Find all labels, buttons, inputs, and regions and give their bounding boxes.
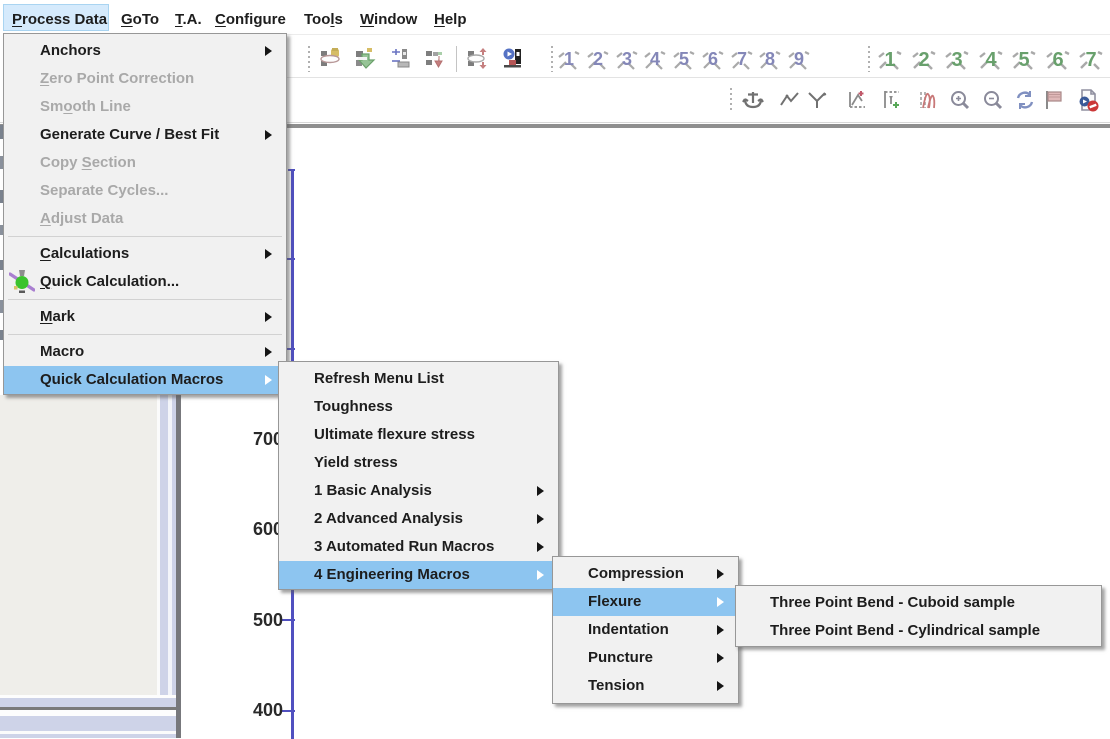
svg-text:5: 5 — [1018, 49, 1029, 71]
svg-text:8: 8 — [765, 49, 775, 69]
svg-text:7: 7 — [737, 49, 747, 69]
svg-text:5: 5 — [679, 49, 689, 69]
svg-text:4: 4 — [985, 49, 997, 71]
svg-text:9: 9 — [794, 49, 804, 69]
svg-text:2: 2 — [593, 49, 603, 69]
svg-text:6: 6 — [1052, 49, 1063, 71]
svg-text:6: 6 — [708, 49, 718, 69]
svg-text:3: 3 — [951, 49, 962, 71]
svg-text:3: 3 — [622, 49, 632, 69]
svg-text:2: 2 — [918, 49, 929, 71]
svg-text:1: 1 — [564, 49, 574, 69]
svg-text:7: 7 — [1085, 49, 1096, 71]
svg-text:4: 4 — [650, 49, 660, 69]
svg-text:1: 1 — [884, 49, 895, 71]
